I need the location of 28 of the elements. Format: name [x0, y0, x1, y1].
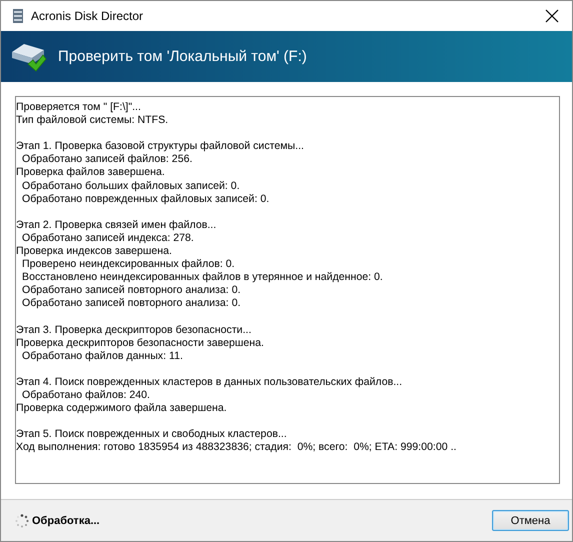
log-line: Восстановлено неиндексированных файлов в утерянное и найденное: 0.: [22, 271, 383, 284]
spinner-icon: [15, 514, 29, 528]
cancel-button[interactable]: Отмена: [492, 510, 569, 531]
log-line: Этап 2. Проверка связей имен файлов...: [16, 218, 216, 232]
log-line: Этап 5. Поиск поврежденных и свободных кластеров...: [16, 428, 287, 442]
log-line: Обработано записей индекса: 278.: [22, 232, 194, 246]
log-line: Проверка содержимого файла завершена.: [16, 402, 227, 416]
log-line: Тип файловой системы: NTFS.: [16, 114, 168, 128]
log-line: Проверка дескрипторов безопасности завершена.: [16, 336, 264, 350]
log-line: Обработано файлов: 240.: [22, 389, 150, 402]
log-line: Проверка индексов завершена.: [16, 245, 172, 258]
log-line: Обработано файлов данных: 11.: [22, 350, 183, 363]
log-line: Ход выполнения: готово 1835954 из 488323836; стадия: 0%; всего: 0%; ETA: 999:00:00 ..: [16, 441, 456, 455]
log-line: Проверено неиндексированных файлов: 0.: [22, 258, 235, 272]
log-line: Проверка файлов завершена.: [16, 166, 165, 180]
log-line: Этап 4. Поиск поврежденных кластеров в данных пользовательских файлов...: [16, 376, 402, 390]
log-line: Обработано больших файловых записей: 0.: [22, 180, 240, 193]
log-line: Проверяется том " [F:\]"...: [16, 101, 141, 114]
log-line: Обработано записей файлов: 256.: [22, 153, 192, 166]
window-title: Acronis Disk Director: [31, 9, 144, 23]
status-text: Обработка...: [32, 514, 101, 526]
log-line: Обработано записей повторного анализа: 0.: [22, 297, 241, 310]
log-line: Этап 1. Проверка базовой структуры файловой системы...: [16, 140, 304, 154]
app-icon: [11, 8, 25, 24]
log-line: Этап 3. Проверка дескрипторов безопасности...: [16, 324, 252, 337]
log-line: Обработано записей повторного анализа: 0.: [22, 284, 241, 298]
dialog-heading: Проверить том 'Локальный том' (F:): [58, 48, 307, 65]
log-line: Обработано поврежденных файловых записей: 0.: [22, 192, 270, 206]
